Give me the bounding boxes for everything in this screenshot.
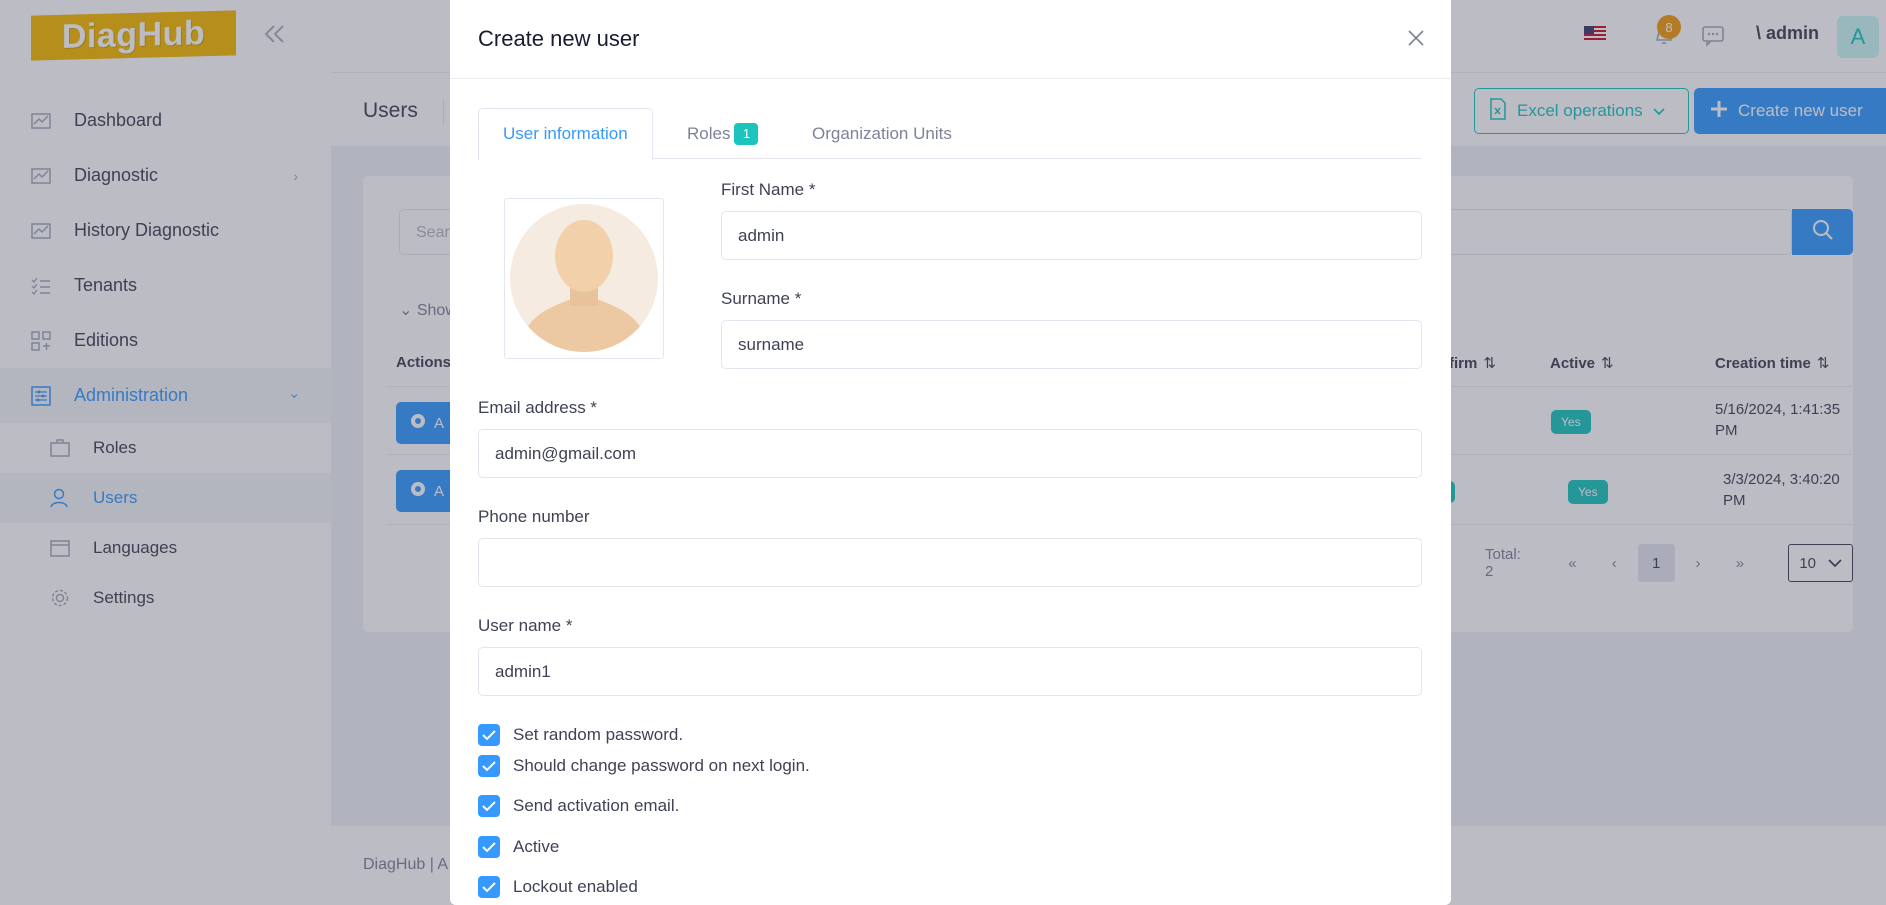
- active-checkbox[interactable]: Active: [478, 834, 559, 860]
- modal-header: Create new user: [450, 0, 1451, 79]
- username-value: admin1: [495, 661, 551, 681]
- send-activation-email-checkbox[interactable]: Send activation email.: [478, 793, 679, 819]
- checkbox-label: Send activation email.: [513, 796, 680, 815]
- email-field[interactable]: admin@gmail.com: [478, 429, 1422, 478]
- change-password-next-login-checkbox[interactable]: Should change password on next login.: [478, 753, 810, 779]
- first-name-field[interactable]: admin: [721, 211, 1422, 260]
- tab-roles[interactable]: Roles 1: [663, 108, 782, 159]
- username-field[interactable]: admin1: [478, 647, 1422, 696]
- phone-field[interactable]: [478, 538, 1422, 587]
- email-value: admin@gmail.com: [495, 443, 637, 463]
- checkbox-label: Set random password.: [513, 725, 684, 744]
- surname-label: Surname *: [721, 289, 802, 308]
- checkmark-icon: [478, 795, 500, 817]
- default-avatar-icon: [510, 204, 658, 352]
- close-icon[interactable]: [1402, 24, 1430, 52]
- tab-organization-units[interactable]: Organization Units: [788, 108, 976, 159]
- surname-value: surname: [738, 334, 805, 354]
- phone-label: Phone number: [478, 507, 590, 526]
- modal-tabs: User information Roles 1 Organization Uni…: [478, 108, 1422, 160]
- surname-field[interactable]: surname: [721, 320, 1422, 369]
- lockout-enabled-checkbox[interactable]: Lockout enabled: [478, 874, 638, 900]
- set-random-password-checkbox[interactable]: Set random password.: [478, 722, 683, 748]
- checkbox-label: Lockout enabled: [513, 877, 638, 896]
- checkmark-icon: [478, 724, 500, 746]
- checkmark-icon: [478, 836, 500, 858]
- profile-picture[interactable]: [504, 198, 664, 359]
- tab-label: Organization Units: [812, 123, 952, 143]
- email-label: Email address *: [478, 398, 598, 417]
- tab-label: User information: [503, 124, 628, 143]
- checkmark-icon: [478, 755, 500, 777]
- roles-count-badge: 1: [734, 122, 759, 145]
- create-user-modal: Create new user User information Roles 1 …: [450, 0, 1451, 905]
- first-name-value: admin: [738, 225, 785, 245]
- tab-user-information[interactable]: User information: [478, 108, 653, 160]
- tab-label: Roles: [687, 123, 731, 143]
- first-name-label: First Name *: [721, 180, 816, 199]
- checkbox-label: Should change password on next login.: [513, 756, 810, 775]
- modal-title: Create new user: [478, 26, 640, 51]
- username-label: User name *: [478, 616, 573, 635]
- checkbox-label: Active: [513, 837, 560, 856]
- checkmark-icon: [478, 876, 500, 898]
